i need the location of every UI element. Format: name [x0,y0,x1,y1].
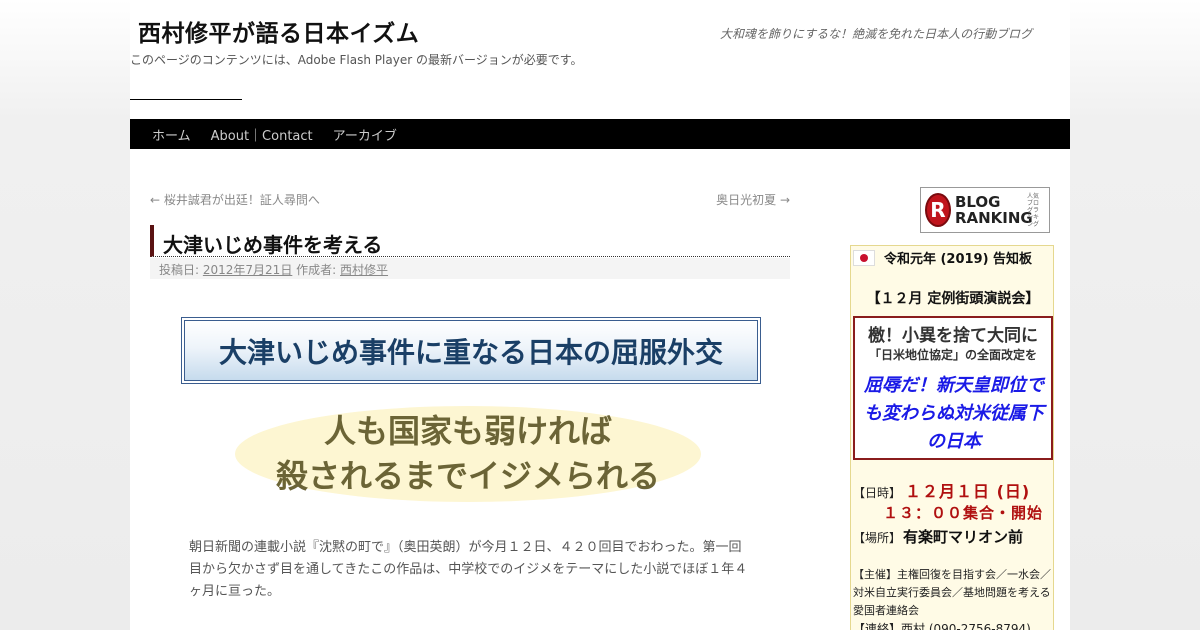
slogan-heading: 檄！小異を捨て大同に [868,326,1038,346]
main-nav: ホーム About｜Contact アーカイブ [130,119,1070,149]
blog-ranking-small-text: 人気ブログランキング [1027,193,1040,228]
slogan-line-2: 殺されるまでイジメられる [275,457,660,495]
post-author-link[interactable]: 西村修平 [340,263,388,277]
author-label: 作成者: [296,263,337,277]
sidebar-notice-board: 令和元年 (2019) 告知板 【１２月 定例街頭演説会】 檄！小異を捨て大同に… [850,245,1054,630]
site-description: 大和魂を飾りにするな！絶滅を免れた日本人の行動ブログ [720,27,1033,41]
slogan-subheading: 「日米地位協定」の全面改定を [868,348,1037,362]
site-title[interactable]: 西村修平が語る日本イズム [138,14,419,48]
prev-post-link[interactable]: ← 桜井誠君が出廷！証人尋問へ [150,191,320,208]
event-date: 【日時】 １２月１日 (日) [853,478,1030,502]
nav-item-archive[interactable]: アーカイブ [333,125,397,144]
event-place-label: 【場所】 [853,531,902,545]
flash-link-underline[interactable] [130,99,242,100]
flash-notice: このページのコンテンツには、Adobe Flash Player の最新バージョ… [130,53,583,67]
blog-ranking-banner[interactable]: R BLOG RANKING 人気ブログランキング [920,187,1050,233]
event-place: 【場所】 有楽町マリオン前 [853,526,1023,547]
event-organizer: 【主催】主権回復を目指す会／一水会／対米自立実行委員会／基地問題を考える愛国者連… [853,568,1051,617]
nav-item-home[interactable]: ホーム [152,125,191,144]
nav-item-about-contact[interactable]: About｜Contact [211,125,313,144]
blog-ranking-logo-icon: R [925,193,951,227]
post-date-link[interactable]: 2012年7月21日 [203,263,292,277]
event-time: １３：００集合・開始 [883,504,1044,522]
post-paragraph: 朝日新聞の連載小説『沈黙の町で』（奥田英朗）が今月１２日、４２０回目でおわった。… [189,540,748,599]
post-title: 大津いじめ事件を考える [150,225,790,257]
page-container: 西村修平が語る日本イズム 大和魂を飾りにするな！絶滅を免れた日本人の行動ブログ … [130,0,1070,630]
next-post-link[interactable]: 奥日光初夏 → [716,191,790,208]
headline-banner: 大津いじめ事件に重なる日本の屈服外交 [181,317,761,384]
headline-banner-text: 大津いじめ事件に重なる日本の屈服外交 [184,320,758,381]
event-title: 【１２月 定例街頭演説会】 [866,291,1040,307]
slogan-ellipse: 人も国家も弱ければ 殺されるまでイジメられる [235,406,701,502]
slogan-line-1: 人も国家も弱ければ [323,412,612,450]
posted-label: 投稿日: [159,263,200,277]
event-slogan-box: 檄！小異を捨て大同に 「日米地位協定」の全面改定を 屈辱だ！新天皇即位でも変わら… [853,316,1053,460]
post-meta: 投稿日: 2012年7月21日 作成者: 西村修平 [150,258,790,279]
event-date-label: 【日時】 [853,486,902,500]
notice-board-title: 令和元年 (2019) 告知板 [883,252,1033,267]
post-navigation: ← 桜井誠君が出廷！証人尋問へ 奥日光初夏 → [150,191,790,207]
event-date-value: １２月１日 (日) [905,482,1031,501]
event-place-value: 有楽町マリオン前 [903,528,1024,546]
event-contact: 【連絡】西村 (090-2756-8794) [853,622,1031,630]
slogan-main: 屈辱だ！新天皇即位でも変わらぬ対米従属下の日本 [864,375,1044,452]
